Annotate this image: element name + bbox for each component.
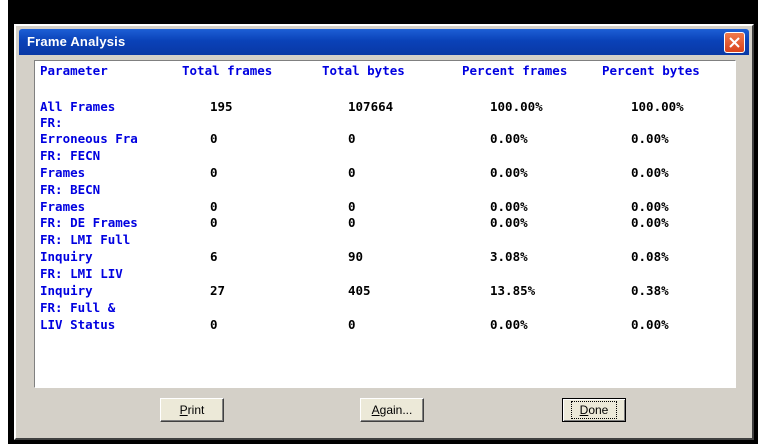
total-bytes-value: 0 [348,199,356,214]
table-row: FR: DE Frames 0 0 0.00% 0.00% [35,215,735,233]
percent-frames-value: 0.00% [490,131,528,146]
again-accel: A [371,403,380,417]
total-frames-value: 195 [210,99,233,114]
window-title: Frame Analysis [27,34,126,49]
again-label: gain... [379,403,413,417]
results-panel: Parameter Total frames Total bytes Perce… [34,60,736,388]
print-button[interactable]: Print [160,398,224,422]
percent-frames-value: 0.00% [490,215,528,230]
row-label: FR: BECN [40,182,101,197]
total-bytes-value: 0 [348,131,356,146]
table-row: FR: Full & [35,300,735,318]
header-total-frames: Total frames [182,63,273,78]
row-label: FR: FECN [40,148,101,163]
background-edge [754,0,758,444]
percent-bytes-value: 0.00% [631,317,669,332]
done-button[interactable]: Done [562,398,626,422]
row-label: FR: [40,115,63,130]
row-label: Inquiry [40,249,93,264]
row-label: All Frames [40,99,116,114]
row-label: FR: LMI Full [40,232,131,247]
percent-bytes-value: 0.38% [631,283,669,298]
percent-frames-value: 100.00% [490,99,543,114]
percent-bytes-value: 0.08% [631,249,669,264]
percent-frames-value: 0.00% [490,199,528,214]
again-button[interactable]: Again... [360,398,424,422]
background-edge [0,0,8,444]
table-row: FR: LMI LIV [35,266,735,284]
header-total-bytes: Total bytes [322,63,405,78]
percent-bytes-value: 100.00% [631,99,684,114]
row-label: FR: Full & [40,300,116,315]
row-label: LIV Status [40,317,116,332]
percent-frames-value: 3.08% [490,249,528,264]
table-row: Inquiry 27 405 13.85% 0.38% [35,283,735,301]
close-icon [729,37,740,48]
table-row: FR: LMI Full [35,232,735,250]
row-label: Frames [40,165,86,180]
screen: Frame Analysis Parameter Total frames To… [0,0,758,444]
percent-frames-value: 0.00% [490,317,528,332]
done-label: one [588,403,609,417]
print-label: rint [187,403,205,417]
table-row: Erroneous Fra 0 0 0.00% 0.00% [35,131,735,149]
close-button[interactable] [724,32,745,53]
table-row: FR: BECN [35,182,735,200]
done-accel: D [579,403,589,417]
percent-frames-value: 0.00% [490,165,528,180]
frame-analysis-dialog: Frame Analysis Parameter Total frames To… [14,24,754,440]
row-label: Erroneous Fra [40,131,138,146]
table-row: LIV Status 0 0 0.00% 0.00% [35,317,735,335]
title-bar[interactable]: Frame Analysis [19,29,749,55]
table-row: FR: FECN [35,148,735,166]
table-row: Frames 0 0 0.00% 0.00% [35,165,735,183]
row-label: FR: LMI LIV [40,266,123,281]
row-label: FR: DE Frames [40,215,138,230]
total-bytes-value: 0 [348,215,356,230]
total-frames-value: 0 [210,131,218,146]
print-accel: P [179,403,188,417]
percent-bytes-value: 0.00% [631,165,669,180]
total-frames-value: 6 [210,249,218,264]
header-percent-frames: Percent frames [462,63,568,78]
total-frames-value: 0 [210,165,218,180]
total-bytes-value: 0 [348,165,356,180]
row-label: Inquiry [40,283,93,298]
total-bytes-value: 107664 [348,99,394,114]
header-parameter: Parameter [40,63,108,78]
percent-bytes-value: 0.00% [631,131,669,146]
total-bytes-value: 90 [348,249,364,264]
total-bytes-value: 0 [348,317,356,332]
total-frames-value: 0 [210,215,218,230]
total-bytes-value: 405 [348,283,371,298]
total-frames-value: 27 [210,283,226,298]
table-row: Inquiry 6 90 3.08% 0.08% [35,249,735,267]
total-frames-value: 0 [210,199,218,214]
percent-bytes-value: 0.00% [631,215,669,230]
percent-frames-value: 13.85% [490,283,536,298]
table-header: Parameter Total frames Total bytes Perce… [35,63,735,81]
percent-bytes-value: 0.00% [631,199,669,214]
done-focus-ring: Done [570,401,618,419]
row-label: Frames [40,199,86,214]
total-frames-value: 0 [210,317,218,332]
header-percent-bytes: Percent bytes [602,63,700,78]
